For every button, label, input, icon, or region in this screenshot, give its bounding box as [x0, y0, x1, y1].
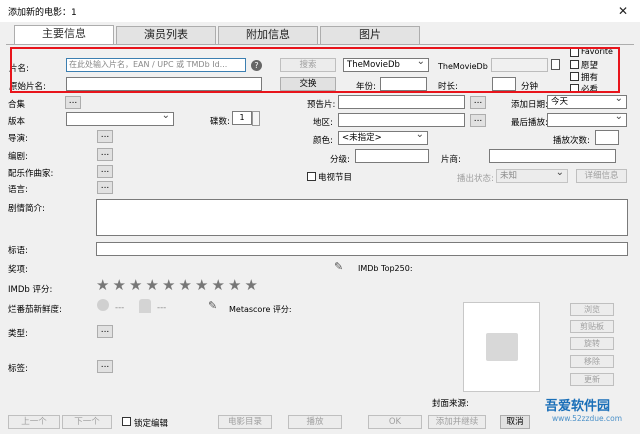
language-label: 语言: — [8, 185, 28, 195]
play-count-input[interactable] — [595, 130, 619, 145]
trailer-label: 预告片: — [307, 100, 336, 110]
rotate-button[interactable]: 旋转 — [570, 337, 614, 350]
collection-dots-button[interactable]: ... — [65, 96, 81, 109]
title-bar: 添加新的电影：1 ✕ — [0, 0, 640, 22]
watermark-url: www.52zzdue.com — [552, 414, 623, 423]
add-continue-button[interactable]: 添加并继续 — [428, 415, 486, 429]
awards-label: 奖项: — [8, 265, 28, 275]
trailer-input[interactable] — [338, 95, 465, 109]
last-seen-label: 最后播放: — [511, 118, 548, 128]
imdb-rating-label: IMDb 评分: — [8, 285, 53, 295]
play-count-label: 播放次数: — [553, 136, 590, 146]
studio-input[interactable] — [489, 149, 616, 163]
director-label: 导演: — [8, 134, 28, 144]
trailer-dots-button[interactable]: ... — [470, 96, 486, 109]
pencil-icon[interactable]: ✎ — [334, 260, 343, 273]
genre-label: 类型: — [8, 329, 28, 339]
star-icon[interactable]: ★ — [129, 276, 146, 294]
play-button[interactable]: 播放 — [288, 415, 342, 429]
cover-source-label: 封面来源: — [432, 399, 469, 409]
tomato-icon — [97, 299, 109, 311]
plot-label: 剧情简介: — [8, 204, 45, 214]
lock-edit-checkbox[interactable] — [122, 417, 131, 426]
catalog-button[interactable]: 电影目录 — [218, 415, 272, 429]
release-status-select[interactable]: 未知 — [496, 167, 568, 183]
color-label: 颜色: — [313, 136, 333, 146]
tab-extra[interactable]: 附加信息 — [218, 26, 318, 44]
genre-dots-button[interactable]: ... — [97, 325, 113, 338]
studio-label: 片商: — [441, 155, 461, 165]
star-icon[interactable]: ★ — [195, 276, 212, 294]
star-icon[interactable]: ★ — [179, 276, 196, 294]
discs-label: 碟数: — [210, 117, 230, 127]
highlight-box — [10, 47, 620, 93]
region-input[interactable] — [338, 113, 465, 127]
edition-select[interactable] — [66, 110, 174, 126]
region-dots-button[interactable]: ... — [470, 114, 486, 127]
metascore-label: Metascore 评分: — [229, 305, 292, 314]
star-icon[interactable]: ★ — [228, 276, 245, 294]
tags-label: 标签: — [8, 364, 28, 374]
date-added-select[interactable]: 今天 — [547, 93, 627, 109]
ok-button[interactable]: OK — [368, 415, 422, 429]
composer-dots-button[interactable]: ... — [97, 165, 113, 178]
star-icon[interactable]: ★ — [113, 276, 130, 294]
plot-textarea[interactable] — [96, 199, 628, 236]
clipboard-button[interactable]: 剪贴板 — [570, 320, 614, 333]
tags-dots-button[interactable]: ... — [97, 360, 113, 373]
language-dots-button[interactable]: ... — [97, 181, 113, 194]
rt-critic-value: --- — [115, 303, 125, 313]
discs-spinner[interactable] — [252, 111, 260, 126]
region-label: 地区: — [313, 118, 333, 128]
star-icon[interactable]: ★ — [96, 276, 113, 294]
cancel-button[interactable]: 取消 — [500, 415, 530, 429]
star-icon[interactable]: ★ — [212, 276, 229, 294]
tv-checkbox[interactable] — [307, 172, 316, 181]
detail-button[interactable]: 详细信息 — [576, 169, 627, 183]
tagline-label: 标语: — [8, 246, 28, 256]
browse-button[interactable]: 浏览 — [570, 303, 614, 316]
rt-label: 烂番茄新鲜度: — [8, 305, 62, 315]
star-icon[interactable]: ★ — [146, 276, 163, 294]
date-added-label: 添加日期: — [511, 100, 548, 110]
last-seen-select[interactable] — [547, 111, 627, 127]
imdb-top-label: IMDb Top250: — [358, 264, 413, 273]
tab-cast[interactable]: 演员列表 — [116, 26, 216, 44]
watermark-logo: 吾爱软件园 — [545, 399, 611, 414]
prev-button[interactable]: 上一个 — [8, 415, 60, 429]
collection-label: 合集 — [8, 100, 26, 110]
rating-input[interactable] — [355, 149, 429, 163]
writer-label: 编剧: — [8, 152, 28, 162]
writer-dots-button[interactable]: ... — [97, 148, 113, 161]
star-icon[interactable]: ★ — [162, 276, 179, 294]
discs-input[interactable]: 1 — [232, 111, 252, 125]
tab-images[interactable]: 图片 — [320, 26, 420, 44]
composer-label: 配乐作曲家: — [8, 169, 54, 179]
metascore-pencil-icon[interactable]: ✎ — [208, 299, 217, 312]
imdb-star-rating[interactable]: ★ ★ ★ ★ ★ ★ ★ ★ ★ ★ — [96, 276, 266, 294]
close-button[interactable]: ✕ — [606, 0, 640, 22]
tv-label: 电视节目 — [318, 173, 353, 183]
edition-label: 版本 — [8, 117, 26, 127]
director-dots-button[interactable]: ... — [97, 130, 113, 143]
color-select[interactable]: <未指定> — [338, 129, 428, 145]
release-status-label: 播出状态: — [457, 174, 494, 184]
image-placeholder-icon — [486, 333, 518, 361]
tagline-input[interactable] — [96, 242, 628, 256]
remove-button[interactable]: 移除 — [570, 355, 614, 368]
rating-label: 分级: — [330, 155, 350, 165]
window-title: 添加新的电影：1 — [8, 8, 77, 18]
lock-edit-label: 锁定编辑 — [134, 419, 169, 429]
tab-main-info[interactable]: 主要信息 — [14, 25, 114, 45]
popcorn-icon — [139, 299, 151, 313]
update-button[interactable]: 更新 — [570, 373, 614, 386]
rt-audience-value: --- — [157, 303, 167, 313]
star-icon[interactable]: ★ — [245, 276, 262, 294]
cover-image[interactable] — [463, 302, 540, 392]
next-button[interactable]: 下一个 — [62, 415, 112, 429]
